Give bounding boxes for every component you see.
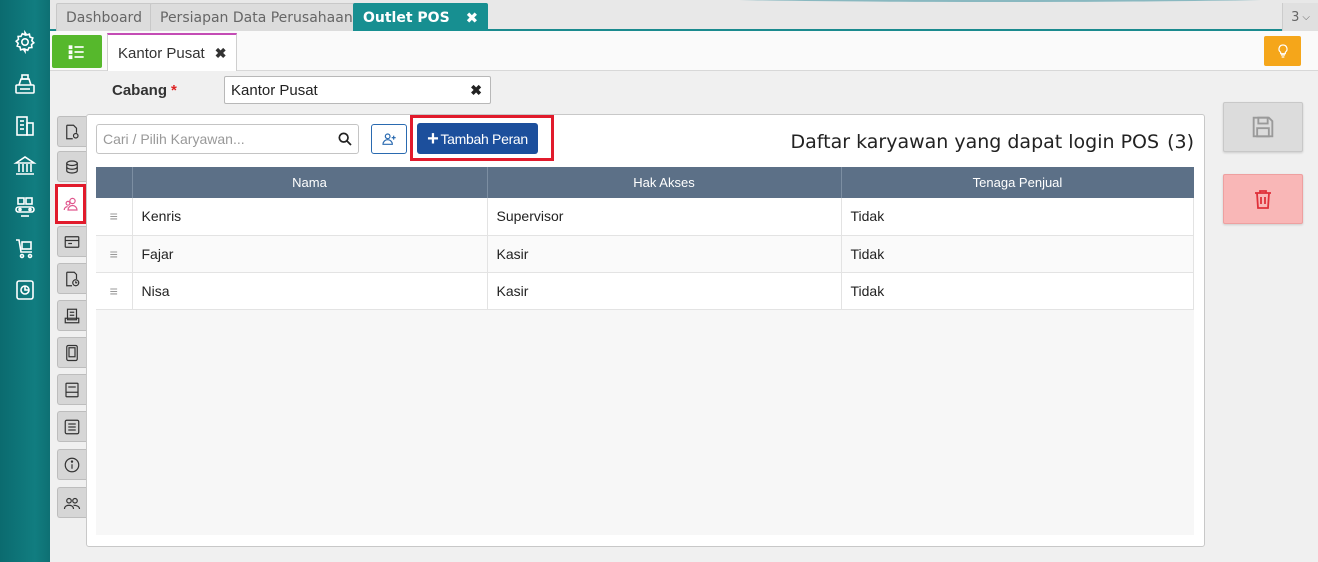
table-row[interactable]: ≡ Kenris Supervisor Tidak [96,198,1194,236]
plus-icon: + [427,127,439,150]
employee-table: Nama Hak Akses Tenaga Penjual ≡ Kenris S… [96,167,1194,310]
table-row[interactable]: ≡ Nisa Kasir Tidak [96,272,1194,310]
tambah-peran-button[interactable]: + Tambah Peran [417,123,538,154]
decorative-swirl [650,0,1318,2]
cabang-label-text: Cabang [112,82,168,99]
column-header-nama[interactable]: Nama [132,167,488,198]
cell-hak-akses: Kasir [487,272,842,310]
required-mark: * [171,82,177,99]
side-tab-group[interactable] [57,487,86,518]
side-tab-card[interactable] [57,226,86,257]
save-button[interactable] [1223,102,1303,152]
drag-column-header [96,167,133,198]
top-tab-bar: Dashboard Persiapan Data Perusahaan Outl… [50,0,1318,31]
save-icon [1252,116,1274,138]
stack-icon [66,159,78,174]
table-empty-area [96,309,1194,535]
cell-nama: Fajar [132,235,488,273]
cell-nama: Nisa [132,272,488,310]
add-user-button[interactable] [371,124,407,154]
document-time-icon [66,271,80,286]
card-icon [64,235,80,248]
search-input[interactable] [103,131,323,147]
cell-tenaga-penjual: Tidak [841,272,1194,310]
add-user-icon [382,133,396,145]
sub-tab-label: Kantor Pusat [118,44,205,62]
table-header-row: Nama Hak Akses Tenaga Penjual [96,167,1194,198]
bank-icon[interactable] [11,152,39,180]
display-icon [65,382,79,397]
employee-search [96,124,359,154]
group-icon [63,497,81,509]
clear-icon[interactable]: ✖ [470,82,482,99]
tab-count: 3 [1291,9,1300,25]
list-title: Daftar karyawan yang dapat login POS (3) [791,131,1195,153]
cabang-value: Kantor Pusat [231,82,318,99]
gear-icon[interactable] [11,28,39,56]
list-title-text: Daftar karyawan yang dapat login POS [790,131,1160,153]
close-icon[interactable]: ✖ [215,45,227,62]
tab-label: Outlet POS [363,9,450,26]
list-icon [64,419,80,434]
side-tab-stack[interactable] [57,151,86,182]
lightbulb-icon [1277,44,1288,58]
tab-dashboard[interactable]: Dashboard [56,3,152,31]
search-icon[interactable] [337,131,353,147]
cell-hak-akses: Kasir [487,235,842,273]
side-tab-document-time[interactable] [57,263,86,294]
app-sidebar [0,0,50,562]
close-icon[interactable]: ✖ [466,9,479,27]
tab-persiapan-data-perusahaan[interactable]: Persiapan Data Perusahaan [150,3,363,31]
side-tab-printer[interactable] [57,300,86,331]
drag-handle-icon[interactable]: ≡ [96,235,133,273]
side-tab-tablet[interactable] [57,337,86,368]
cell-tenaga-penjual: Tidak [841,198,1194,236]
side-tab-users[interactable] [55,184,86,224]
report-icon[interactable] [11,276,39,304]
cell-nama: Kenris [132,198,488,236]
info-icon [64,457,80,472]
chevron-down-icon: ⌵ [1302,11,1310,23]
tab-kantor-pusat[interactable]: Kantor Pusat ✖ [107,33,238,71]
drag-handle-icon[interactable]: ≡ [96,272,133,310]
cabang-select[interactable]: Kantor Pusat ✖ [224,76,491,104]
tablet-icon [66,344,78,361]
cart-icon[interactable] [11,234,39,262]
list-count: (3) [1167,131,1194,153]
tips-button[interactable] [1264,36,1301,66]
tambah-peran-label: Tambah Peran [440,130,528,147]
column-header-hak-akses[interactable]: Hak Akses [487,167,842,198]
conveyor-icon[interactable] [11,193,39,221]
delete-button[interactable] [1223,174,1303,224]
tab-label: Persiapan Data Perusahaan [160,9,353,26]
tab-label: Dashboard [66,9,142,26]
printer-icon [64,308,80,323]
tab-outlet-pos[interactable]: Outlet POS ✖ [353,3,489,31]
side-tab-document-settings[interactable] [57,116,86,147]
sub-tab-bar: Kantor Pusat ✖ [50,31,1318,71]
tab-count-dropdown[interactable]: 3 ⌵ [1282,3,1318,31]
side-tab-display[interactable] [57,374,86,405]
users-icon [63,197,78,211]
cell-tenaga-penjual: Tidak [841,235,1194,273]
cabang-label: Cabang * [112,82,177,99]
cell-hak-akses: Supervisor [487,198,842,236]
side-tab-info[interactable] [57,449,86,480]
table-row[interactable]: ≡ Fajar Kasir Tidak [96,235,1194,273]
cash-register-icon[interactable] [11,70,39,98]
trash-icon [1255,190,1271,209]
menu-button[interactable] [52,35,102,68]
building-icon[interactable] [11,112,39,140]
drag-handle-icon[interactable]: ≡ [96,198,133,236]
list-menu-icon [68,44,84,59]
document-gear-icon [66,124,79,139]
side-tab-list[interactable] [57,411,86,442]
column-header-tenaga-penjual[interactable]: Tenaga Penjual [841,167,1194,198]
